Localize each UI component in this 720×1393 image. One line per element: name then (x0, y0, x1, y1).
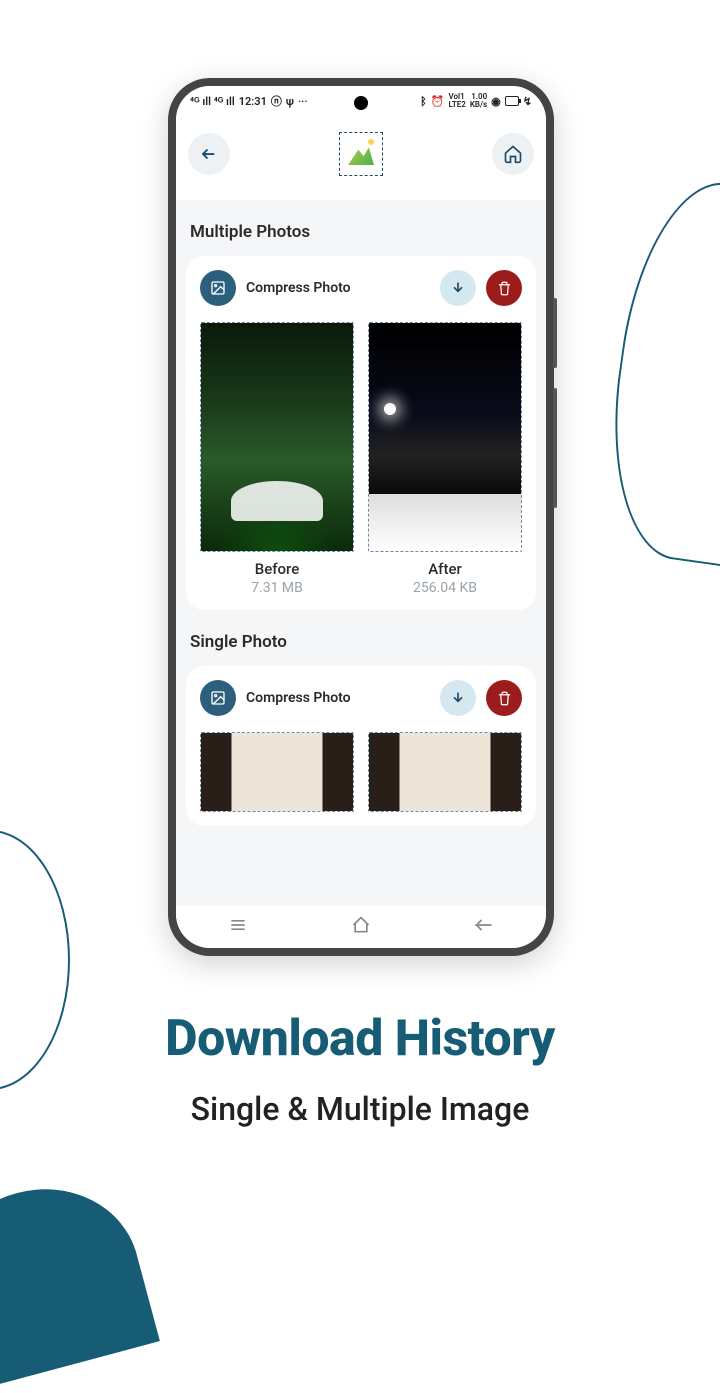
promo-headline: Download History (0, 1010, 720, 1068)
card-title: Compress Photo (246, 690, 430, 706)
after-label: After (368, 560, 522, 578)
photo-icon (200, 270, 236, 306)
history-card-single: Compress Photo (186, 666, 536, 826)
app-header (176, 116, 546, 200)
after-thumbnail[interactable] (368, 322, 522, 552)
camera-notch (354, 96, 368, 110)
section-title-single: Single Photo (190, 632, 532, 652)
alarm-icon: ⏰ (431, 95, 445, 108)
app-logo (339, 132, 383, 176)
wifi-icon: ◉ (491, 95, 501, 108)
decorative-blob (0, 1167, 160, 1393)
status-time: 12:31 (239, 95, 267, 108)
history-card-multiple: Compress Photo Before 7.31 MB (186, 256, 536, 610)
home-button[interactable] (492, 133, 534, 175)
before-thumbnail[interactable] (200, 732, 354, 812)
android-navbar (176, 906, 546, 948)
usb-icon: ψ (286, 95, 294, 108)
download-button[interactable] (440, 270, 476, 306)
download-button[interactable] (440, 680, 476, 716)
before-thumbnail[interactable] (200, 322, 354, 552)
section-title-multiple: Multiple Photos (190, 222, 532, 242)
promo-text: Download History Single & Multiple Image (0, 1010, 720, 1128)
back-button[interactable] (188, 133, 230, 175)
before-size: 7.31 MB (200, 580, 354, 596)
nfc-icon: ⓝ (271, 93, 282, 109)
delete-button[interactable] (486, 270, 522, 306)
signal-icon: ⁴ᴳ ıll ⁴ᴳ ıll (190, 95, 235, 108)
card-title: Compress Photo (246, 280, 430, 296)
nav-home-icon[interactable] (351, 915, 371, 939)
decorative-curve-right (594, 172, 720, 568)
phone-mockup: ⁴ᴳ ıll ⁴ᴳ ıll 12:31 ⓝ ψ ··· ᛒ ⏰ Vol1LTE2… (168, 78, 554, 956)
battery-icon (505, 96, 519, 106)
before-label: Before (200, 560, 354, 578)
bluetooth-icon: ᛒ (420, 95, 427, 108)
nav-recent-icon[interactable] (228, 915, 248, 939)
delete-button[interactable] (486, 680, 522, 716)
after-size: 256.04 KB (368, 580, 522, 596)
after-thumbnail[interactable] (368, 732, 522, 812)
phone-screen: ⁴ᴳ ıll ⁴ᴳ ıll 12:31 ⓝ ψ ··· ᛒ ⏰ Vol1LTE2… (176, 86, 546, 948)
nav-back-icon[interactable] (474, 915, 494, 939)
content-area: Multiple Photos Compress Photo (176, 200, 546, 906)
photo-icon (200, 680, 236, 716)
promo-subline: Single & Multiple Image (0, 1090, 720, 1128)
